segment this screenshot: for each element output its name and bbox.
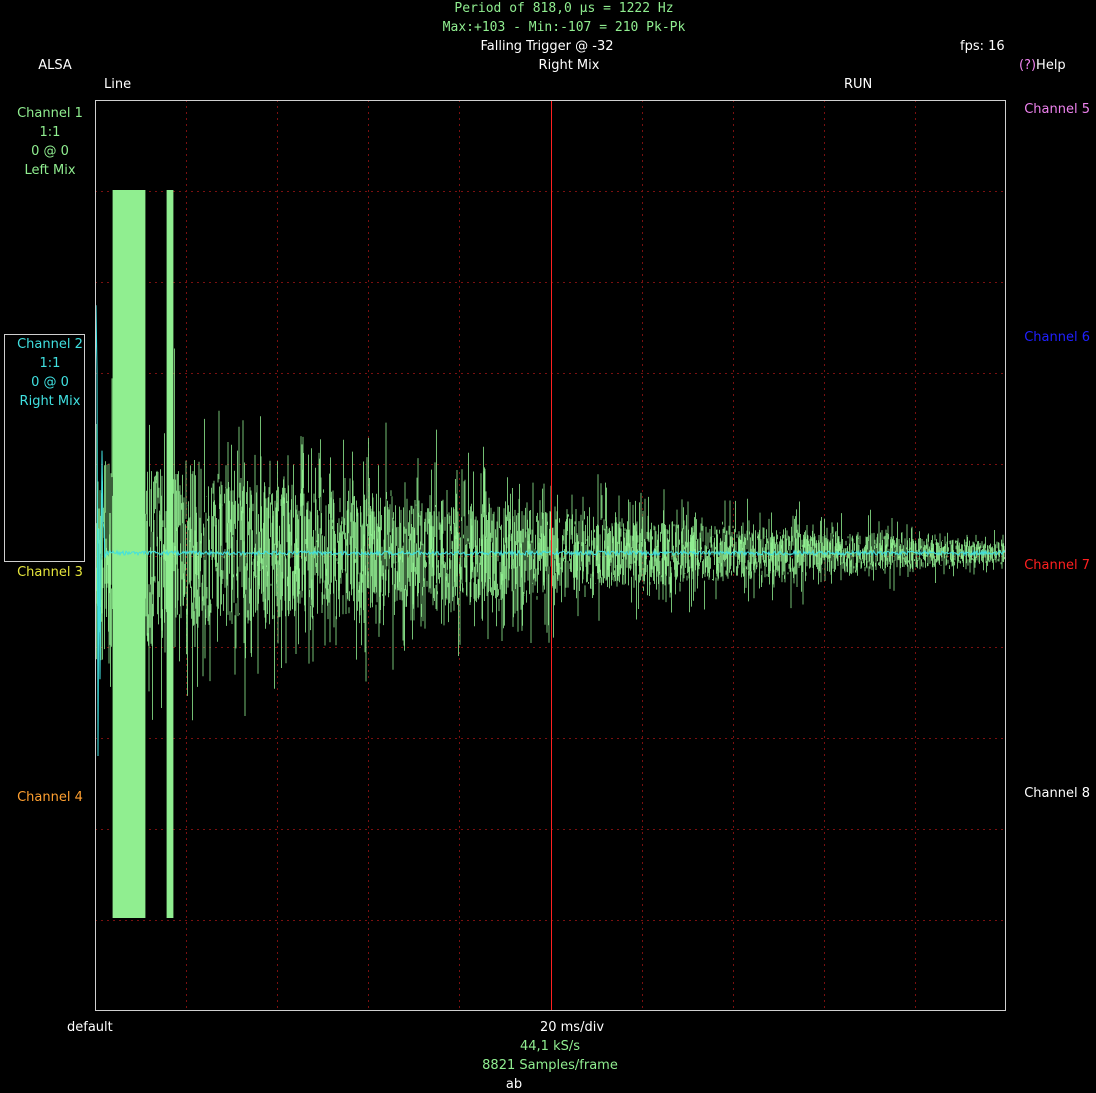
timebase-label[interactable]: 20 ms/div — [540, 1020, 604, 1036]
channel-2-offset: 0 @ 0 — [31, 375, 69, 390]
channel-1-source: Left Mix — [24, 163, 76, 178]
channel-1-block[interactable]: Channel 1 1:1 0 @ 0 Left Mix — [0, 104, 100, 180]
source-label[interactable]: ALSA — [38, 58, 72, 74]
channel-3-block[interactable]: Channel 3 — [0, 563, 100, 582]
channel-1-name: Channel 1 — [17, 106, 83, 121]
help-button[interactable]: (?)Help — [1019, 58, 1066, 74]
preset-label[interactable]: default — [67, 1020, 113, 1036]
period-readout: Period of 818,0 µs = 1222 Hz — [454, 1, 674, 16]
run-state-button[interactable]: RUN — [844, 77, 872, 93]
channel-5-label[interactable]: Channel 5 — [1024, 102, 1090, 118]
channel-2-source: Right Mix — [19, 394, 81, 409]
channel-2-name: Channel 2 — [17, 337, 83, 352]
mode-label[interactable]: ab — [506, 1077, 522, 1093]
channel-2-scale: 1:1 — [39, 356, 61, 371]
max-min-readout: Max:+103 - Min:-107 = 210 Pk-Pk — [442, 20, 686, 35]
sample-rate-readout: 44,1 kS/s — [519, 1039, 581, 1054]
help-icon: (?) — [1019, 58, 1037, 73]
help-label: Help — [1036, 58, 1066, 73]
channel-6-label[interactable]: Channel 6 — [1024, 330, 1090, 346]
channel-1-offset: 0 @ 0 — [31, 144, 69, 159]
channel-3-name: Channel 3 — [17, 565, 83, 580]
samples-per-frame-readout: 8821 Samples/frame — [482, 1058, 618, 1073]
trigger-channel-label[interactable]: Right Mix — [539, 58, 600, 74]
channel-2-block[interactable]: Channel 2 1:1 0 @ 0 Right Mix — [0, 335, 100, 411]
trigger-label[interactable]: Falling Trigger @ -32 — [480, 39, 613, 55]
channel-1-scale: 1:1 — [39, 125, 61, 140]
fps-readout: fps: 16 — [960, 39, 1005, 54]
channel-8-label[interactable]: Channel 8 — [1024, 786, 1090, 802]
scope-display[interactable] — [95, 100, 1006, 1011]
channel-7-label[interactable]: Channel 7 — [1024, 558, 1090, 574]
input-label[interactable]: Line — [104, 77, 131, 93]
channel-4-name: Channel 4 — [17, 790, 83, 805]
channel-4-block[interactable]: Channel 4 — [0, 788, 100, 807]
scope-traces — [95, 190, 1006, 918]
